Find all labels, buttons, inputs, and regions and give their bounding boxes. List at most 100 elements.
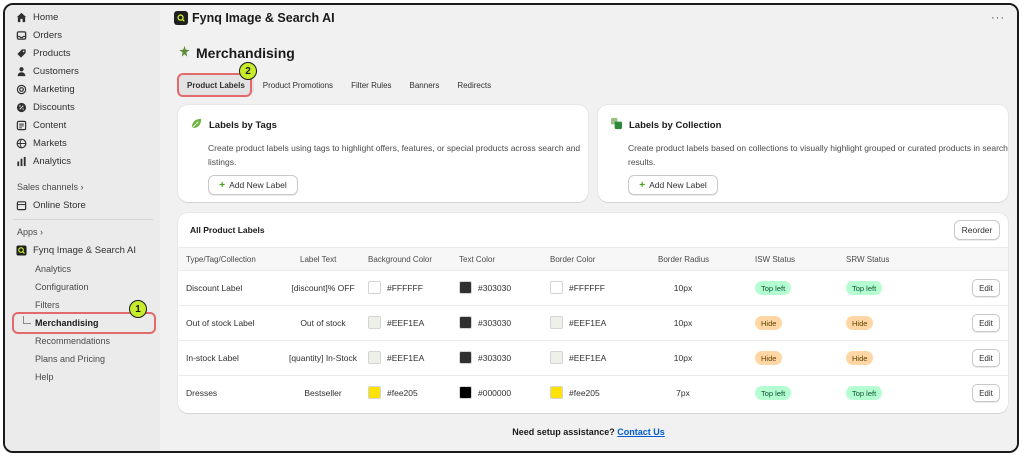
edit-button[interactable]: Edit [972, 384, 1000, 402]
app-logo-icon [15, 244, 27, 256]
tab-product-promotions[interactable]: Product Promotions [254, 75, 342, 95]
home-icon [15, 11, 27, 23]
sidebar-item-marketing[interactable]: Marketing [15, 81, 75, 97]
add-tag-label-button[interactable]: + Add New Label [208, 175, 298, 195]
edit-button[interactable]: Edit [972, 349, 1000, 367]
col-srw-status: SRW Status [846, 255, 890, 264]
cell-border-radius: 10px [673, 318, 693, 328]
collection-icon [610, 117, 623, 133]
sidebar-item-label: Markets [33, 137, 67, 149]
sidebar-item-content[interactable]: Content [15, 117, 66, 133]
sidebar-item-orders[interactable]: Orders [15, 27, 62, 43]
isw-status-badge: Top left [755, 386, 792, 400]
add-collection-label-button[interactable]: + Add New Label [628, 175, 718, 195]
srw-status-badge: Top left [846, 281, 883, 295]
more-actions-icon[interactable]: ··· [991, 12, 1005, 24]
sidebar-item-analytics[interactable]: Analytics [15, 153, 71, 169]
plus-icon: + [639, 179, 646, 191]
col-isw-status: ISW Status [755, 255, 796, 264]
target-icon [15, 83, 27, 95]
apps-label[interactable]: Apps › [17, 227, 43, 237]
labels-by-tags-card: Labels by Tags Create product labels usi… [178, 105, 588, 202]
sidebar-item-markets[interactable]: Markets [15, 135, 67, 151]
store-icon [15, 199, 27, 211]
isw-status-badge: Hide [755, 316, 783, 330]
sidebar-item-label: Online Store [33, 199, 86, 211]
col-border-radius: Border Radius [658, 255, 710, 264]
app-header: Fynq Image & Search AI ··· [160, 5, 1017, 31]
main-content: Fynq Image & Search AI ··· Merchandising… [160, 5, 1017, 451]
card-title: Labels by Tags [190, 117, 277, 133]
cell-text-color: #303030 [478, 283, 512, 293]
edit-button[interactable]: Edit [972, 314, 1000, 332]
card-title: Labels by Collection [610, 117, 721, 133]
sidebar-item-label: Analytics [33, 155, 72, 167]
cell-type: Dresses [186, 388, 218, 398]
sidebar-subitem-analytics[interactable]: Analytics [35, 262, 71, 276]
plus-icon: + [219, 179, 226, 191]
bg-color-swatch [368, 351, 381, 364]
bar-chart-icon [15, 155, 27, 167]
sidebar-subitem-filters[interactable]: Filters [35, 298, 60, 312]
table-row: Out of stock Label Out of stock #EEF1EA … [178, 306, 1008, 341]
srw-status-badge: Hide [846, 351, 874, 365]
text-color-swatch [459, 351, 472, 364]
text-color-swatch [459, 386, 472, 399]
text-color-swatch [459, 281, 472, 294]
help-footer: Need setup assistance? Contact Us [512, 427, 665, 437]
sidebar-item-app[interactable]: Fynq Image & Search AI [15, 242, 136, 258]
contact-us-link[interactable]: Contact Us [617, 427, 665, 437]
cell-label-text: Bestseller [304, 388, 342, 398]
person-icon [15, 65, 27, 77]
leaf-icon [190, 117, 203, 133]
border-color-swatch [550, 351, 563, 364]
cell-border-radius: 7px [676, 388, 690, 398]
tab-filter-rules[interactable]: Filter Rules [342, 75, 400, 95]
sales-channels-label[interactable]: Sales channels › [17, 182, 84, 192]
reorder-button[interactable]: Reorder [954, 220, 1000, 240]
sidebar-item-label: Home [33, 11, 59, 23]
sidebar-item-label: Customers [33, 65, 79, 77]
cell-border-radius: 10px [673, 353, 693, 363]
table-title: All Product Labels [190, 225, 265, 235]
border-color-swatch [550, 386, 563, 399]
sidebar-item-online-store[interactable]: Online Store [15, 197, 86, 213]
sidebar-divider [13, 219, 153, 220]
sidebar-item-customers[interactable]: Customers [15, 63, 79, 79]
edit-button[interactable]: Edit [972, 279, 1000, 297]
cell-text-color: #303030 [478, 353, 512, 363]
sidebar-item-products[interactable]: Products [15, 45, 71, 61]
col-type: Type/Tag/Collection [186, 255, 256, 264]
sidebar-item-home[interactable]: Home [15, 9, 58, 25]
cell-type: Out of stock Label [186, 318, 255, 328]
sidebar-subitem-plans[interactable]: Plans and Pricing [35, 352, 105, 366]
cell-text-color: #303030 [478, 318, 512, 328]
cell-label-text: [quantity] In-Stock [288, 353, 358, 363]
isw-status-badge: Top left [755, 281, 792, 295]
sidebar-subitem-help[interactable]: Help [35, 370, 54, 384]
tab-banners[interactable]: Banners [401, 75, 449, 95]
step-badge-1: 1 [129, 300, 147, 318]
sidebar-item-label: Discounts [33, 101, 75, 113]
sidebar-item-label: Orders [33, 29, 63, 41]
sidebar-subitem-configuration[interactable]: Configuration [35, 280, 89, 294]
border-color-swatch [550, 316, 563, 329]
globe-icon [15, 137, 27, 149]
cell-bg-color: #fee205 [387, 388, 418, 398]
cell-label-text: Out of stock [300, 318, 346, 328]
srw-status-badge: Hide [846, 316, 874, 330]
cell-type: In-stock Label [186, 353, 239, 363]
col-border-color: Border Color [550, 255, 596, 264]
product-labels-table: All Product Labels Reorder Type/Tag/Coll… [178, 213, 1008, 413]
labels-by-collection-card: Labels by Collection Create product labe… [598, 105, 1008, 202]
tab-redirects[interactable]: Redirects [448, 75, 500, 95]
app-logo-icon [174, 11, 188, 25]
cell-border-color: #EEF1EA [569, 318, 607, 328]
sidebar-subitem-recommendations[interactable]: Recommendations [35, 334, 110, 348]
sidebar-item-label: Content [33, 119, 67, 131]
sidebar-item-discounts[interactable]: Discounts [15, 99, 75, 115]
sparkle-icon [178, 45, 191, 61]
cell-border-radius: 10px [673, 283, 693, 293]
border-color-swatch [550, 281, 563, 294]
card-description: Create product labels based on collectio… [628, 143, 1008, 167]
